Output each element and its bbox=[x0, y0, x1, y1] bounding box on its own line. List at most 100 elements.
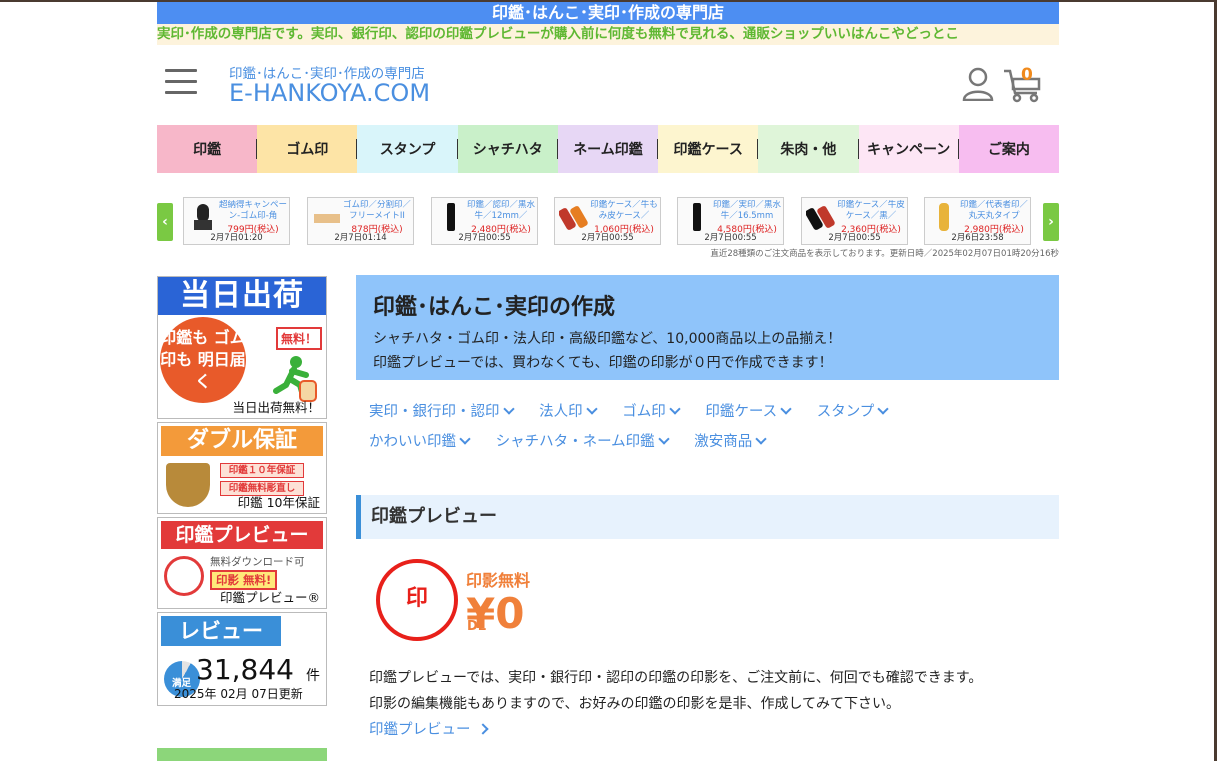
same-day-title: 当日出荷 bbox=[158, 277, 326, 315]
product-thumbnail bbox=[693, 203, 701, 231]
chevron-down-icon bbox=[502, 403, 515, 415]
carousel-item[interactable]: 印鑑／実印／黒水牛／16.5mm 4,580円(税込) 2月7日00:55 bbox=[677, 197, 784, 245]
preview-banner[interactable]: 印 印影無料 ¥0 DL bbox=[356, 555, 1059, 655]
site-logo[interactable]: E-HANKOYA.COM bbox=[229, 79, 430, 107]
carousel-next-button[interactable]: › bbox=[1043, 203, 1059, 241]
carousel-item[interactable]: 超納得キャンペーン-ゴム印-角 799円(税込) 2月7日01:20 bbox=[183, 197, 290, 245]
free-tag: 無料！ bbox=[276, 327, 323, 350]
description-line-2: 印影の編集機能もありますので、お好みの印鑑の印影を是非、作成してみて下さい。 bbox=[369, 696, 901, 712]
chevron-down-icon bbox=[877, 403, 889, 415]
category-link[interactable]: 実印・銀行印・認印 bbox=[369, 397, 515, 427]
category-link[interactable]: シャチハタ・ネーム印鑑 bbox=[496, 427, 670, 457]
nav-inkan[interactable]: 印鑑 bbox=[157, 125, 258, 173]
promo-ticker: 実印･作成の専門店です。実印、銀行印、認印の印鑑プレビューが購入前に何度も無料で… bbox=[157, 24, 1059, 45]
nav-rubber-stamp[interactable]: ゴム印 bbox=[257, 125, 358, 173]
seal-impression-icon: 印 bbox=[376, 559, 458, 641]
user-account-icon[interactable] bbox=[962, 67, 994, 101]
carousel-item[interactable]: 印鑑ケース／牛もみ皮ケース／ 1,060円(税込) 2月7日00:55 bbox=[554, 197, 661, 245]
same-day-shipping-banner[interactable]: 当日出荷 印鑑も ゴム印も 明日届く 無料！ 当日出荷無料！ bbox=[157, 276, 327, 419]
section-title: 印鑑プレビュー bbox=[356, 495, 1059, 539]
product-thumbnail bbox=[194, 204, 212, 230]
order-time: 2月7日01:20 bbox=[210, 233, 263, 243]
category-link[interactable]: 激安商品 bbox=[694, 427, 767, 457]
order-time: 2月7日00:55 bbox=[704, 233, 757, 243]
page-container: 印鑑･はんこ･実印･作成の専門店 実印･作成の専門店です。実印、銀行印、認印の印… bbox=[157, 2, 1059, 761]
product-name: 印鑑／実印／黒水牛／16.5mm bbox=[712, 200, 781, 221]
product-thumbnail bbox=[559, 206, 588, 230]
shopping-cart-icon[interactable]: 0 bbox=[1003, 65, 1043, 103]
same-day-caption: 当日出荷無料！ bbox=[232, 400, 320, 415]
inkan-preview-caption: 印鑑プレビュー® bbox=[219, 590, 320, 605]
nav-guide[interactable]: ご案内 bbox=[958, 125, 1059, 173]
hero-line-2: 印鑑プレビューでは、買わなくても、印鑑の印影が０円で作成できます！ bbox=[373, 355, 833, 371]
double-guarantee-title: ダブル保証 bbox=[161, 426, 323, 456]
chevron-down-icon bbox=[459, 433, 471, 445]
double-guarantee-banner[interactable]: ダブル保証 印鑑１０年保証 印鑑無料彫直し 印鑑 10年保証 bbox=[157, 422, 327, 514]
nav-shachihata[interactable]: シャチハタ bbox=[457, 125, 559, 173]
chevron-down-icon bbox=[780, 403, 792, 415]
product-thumbnail bbox=[447, 203, 455, 231]
review-banner[interactable]: レビュー 満足 31,844 件 2025年 02月 07日更新 bbox=[157, 612, 327, 706]
nav-campaign[interactable]: キャンペーン bbox=[858, 125, 959, 173]
banner-free-text: 印影無料 bbox=[466, 571, 531, 590]
seal-icon bbox=[164, 556, 204, 596]
cart-count: 0 bbox=[1021, 65, 1033, 85]
chevron-down-icon bbox=[755, 433, 767, 445]
hero-title: 印鑑･はんこ･実印の作成 bbox=[373, 295, 616, 320]
category-link[interactable]: 法人印 bbox=[539, 397, 598, 427]
shield-icon bbox=[166, 463, 210, 507]
order-time: 2月7日00:55 bbox=[581, 233, 634, 243]
order-time: 2月6日23:58 bbox=[951, 233, 1004, 243]
category-link[interactable]: 印鑑ケース bbox=[705, 397, 792, 427]
download-note: 無料ダウンロード可 bbox=[210, 556, 305, 568]
hamburger-menu-icon[interactable] bbox=[165, 69, 197, 99]
chevron-down-icon bbox=[658, 433, 670, 445]
order-time: 2月7日00:55 bbox=[458, 233, 511, 243]
order-time: 2月7日00:55 bbox=[828, 233, 881, 243]
carousel-prev-button[interactable]: ‹ bbox=[157, 203, 173, 241]
preview-description: 印鑑プレビューでは、実印・銀行印・認印の印鑑の印影を、ご注文前に、何回でも確認で… bbox=[356, 665, 1059, 717]
chevron-right-icon bbox=[476, 723, 489, 735]
main-content: 印鑑･はんこ･実印の作成 シャチハタ・ゴム印・法人印・高級印鑑など、10,000… bbox=[356, 275, 1059, 743]
category-link[interactable]: スタンプ bbox=[817, 397, 889, 427]
double-guarantee-caption: 印鑑 10年保証 bbox=[237, 495, 320, 510]
chevron-down-icon bbox=[669, 403, 681, 415]
product-name: 印鑑／認印／黒水牛／12mm／ bbox=[466, 200, 535, 221]
nav-stamp[interactable]: スタンプ bbox=[357, 125, 458, 173]
product-name: 印鑑／代表者印／丸天丸タイプ bbox=[959, 200, 1028, 221]
carousel-item[interactable]: 印鑑／代表者印／丸天丸タイプ 2,980円(税込) 2月6日23:58 bbox=[924, 197, 1031, 245]
inkan-preview-title: 印鑑プレビュー bbox=[161, 521, 323, 549]
nav-ink-other[interactable]: 朱肉・他 bbox=[758, 125, 859, 173]
carousel-item[interactable]: 印鑑ケース／牛皮ケース／黒／ 2,360円(税込) 2月7日00:55 bbox=[801, 197, 908, 245]
nav-inkan-case[interactable]: 印鑑ケース bbox=[658, 125, 759, 173]
sidebar-next-section bbox=[157, 748, 327, 761]
inkan-preview-banner[interactable]: 印鑑プレビュー 無料ダウンロード可 印影 無料! 印鑑プレビュー® bbox=[157, 517, 327, 609]
hero-box: 印鑑･はんこ･実印の作成 シャチハタ・ゴム印・法人印・高級印鑑など、10,000… bbox=[356, 275, 1059, 380]
category-link[interactable]: かわいい印鑑 bbox=[369, 427, 471, 457]
product-thumbnail bbox=[806, 206, 835, 230]
top-banner: 印鑑･はんこ･実印･作成の専門店 bbox=[157, 2, 1059, 24]
preview-link[interactable]: 印鑑プレビュー bbox=[356, 717, 1059, 743]
product-name: ゴム印／分割印／フリーメイトII bbox=[342, 200, 411, 221]
product-name: 超納得キャンペーン-ゴム印-角 bbox=[218, 200, 287, 221]
review-unit: 件 bbox=[306, 668, 320, 684]
site-header: 印鑑･はんこ･実印･作成の専門店 E-HANKOYA.COM 0 bbox=[157, 45, 1059, 125]
category-link[interactable]: ゴム印 bbox=[622, 397, 681, 427]
description-line-1: 印鑑プレビューでは、実印・銀行印・認印の印鑑の印影を、ご注文前に、何回でも確認で… bbox=[369, 670, 983, 686]
carousel-item[interactable]: 印鑑／認印／黒水牛／12mm／ 2,480円(税込) 2月7日00:55 bbox=[431, 197, 538, 245]
chevron-down-icon bbox=[585, 403, 598, 415]
recent-orders-note: 直近28種類のご注文商品を表示しております。更新日時／2025年02月07日01… bbox=[710, 249, 1059, 259]
main-nav: 印鑑 ゴム印 スタンプ シャチハタ ネーム印鑑 印鑑ケース 朱肉・他 キャンペー… bbox=[157, 125, 1059, 173]
product-name: 印鑑ケース／牛皮ケース／黒／ bbox=[837, 200, 905, 221]
order-time: 2月7日01:14 bbox=[334, 233, 387, 243]
sidebar: 当日出荷 印鑑も ゴム印も 明日届く 無料！ 当日出荷無料！ ダブル保証 印鑑１… bbox=[157, 276, 327, 761]
product-thumbnail bbox=[939, 203, 949, 231]
product-name: 印鑑ケース／牛もみ皮ケース／ bbox=[590, 200, 658, 221]
nav-name-stamp[interactable]: ネーム印鑑 bbox=[557, 125, 659, 173]
guarantee-label-1: 印鑑１０年保証 bbox=[220, 463, 304, 478]
review-count: 31,844 bbox=[196, 653, 294, 686]
review-title: レビュー bbox=[161, 616, 281, 646]
category-links: 実印・銀行印・認印 法人印 ゴム印 印鑑ケース スタンプ かわいい印鑑 シャチハ… bbox=[356, 397, 1059, 457]
carousel-item[interactable]: ゴム印／分割印／フリーメイトII 878円(税込) 2月7日01:14 bbox=[307, 197, 414, 245]
banner-dl: DL bbox=[467, 619, 487, 634]
